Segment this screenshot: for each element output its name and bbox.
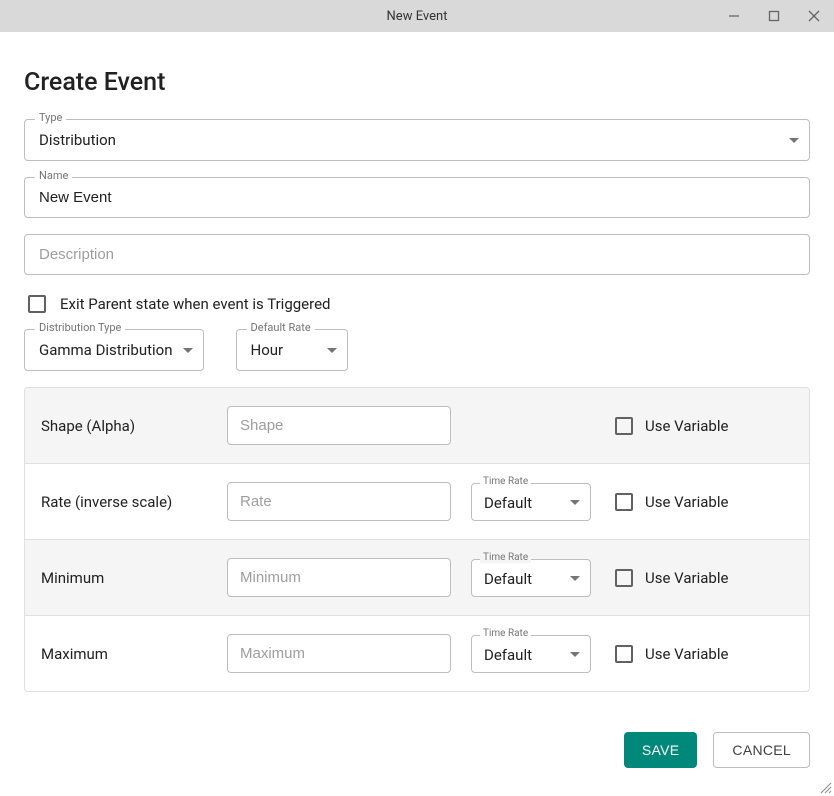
param-input-wrap	[227, 558, 451, 597]
save-button[interactable]: SAVE	[624, 732, 698, 768]
param-row: Shape (Alpha) Use Variable	[25, 388, 809, 463]
use-variable-cell: Use Variable	[615, 493, 795, 511]
distribution-config-row: Distribution Type Gamma Distribution Def…	[24, 329, 810, 371]
name-input[interactable]	[25, 178, 809, 217]
close-icon	[808, 10, 820, 22]
use-variable-cell: Use Variable	[615, 569, 795, 587]
use-variable-label: Use Variable	[645, 569, 728, 587]
use-variable-label: Use Variable	[645, 493, 728, 511]
time-rate-select[interactable]: Time RateDefault	[471, 483, 591, 521]
type-value: Distribution	[39, 131, 116, 149]
name-label: Name	[35, 170, 72, 181]
chevron-down-icon	[570, 652, 580, 657]
chevron-down-icon	[789, 138, 799, 143]
dialog-content: Create Event Type Distribution Name Exit…	[0, 32, 834, 792]
chevron-down-icon	[570, 576, 580, 581]
minimize-icon	[728, 10, 740, 22]
cancel-button[interactable]: CANCEL	[713, 732, 810, 768]
param-input-wrap	[227, 634, 451, 673]
use-variable-checkbox[interactable]	[615, 493, 633, 511]
name-field-wrap: Name	[24, 177, 810, 218]
param-rate-cell: Time RateDefault	[467, 483, 599, 521]
use-variable-cell: Use Variable	[615, 645, 795, 663]
description-input[interactable]	[25, 235, 809, 274]
parameter-table: Shape (Alpha) Use Variable Rate (inverse s…	[24, 387, 810, 692]
time-rate-value: Default	[484, 570, 532, 588]
maximize-icon	[768, 10, 780, 22]
time-rate-value: Default	[484, 646, 532, 664]
default-rate-select[interactable]: Default Rate Hour	[236, 329, 348, 371]
param-label: Rate (inverse scale)	[41, 493, 211, 511]
use-variable-label: Use Variable	[645, 645, 728, 663]
exit-parent-checkbox[interactable]	[28, 295, 46, 313]
chevron-down-icon	[183, 348, 193, 353]
page-title: Create Event	[24, 68, 810, 97]
dialog-actions: SAVE CANCEL	[24, 732, 810, 768]
resize-handle[interactable]	[818, 780, 832, 794]
window-title: New Event	[387, 9, 448, 24]
param-row: MinimumTime RateDefaultUse Variable	[25, 539, 809, 615]
param-rate-cell: Time RateDefault	[467, 559, 599, 597]
close-button[interactable]	[794, 0, 834, 32]
param-label: Shape (Alpha)	[41, 417, 211, 435]
distribution-type-select[interactable]: Distribution Type Gamma Distribution	[24, 329, 204, 371]
window-titlebar: New Event	[0, 0, 834, 32]
default-rate-label: Default Rate	[247, 322, 315, 333]
resize-icon	[818, 780, 832, 794]
exit-parent-row: Exit Parent state when event is Triggere…	[24, 291, 810, 329]
use-variable-checkbox[interactable]	[615, 569, 633, 587]
type-select[interactable]: Type Distribution	[24, 119, 810, 161]
param-input-wrap	[227, 482, 451, 521]
param-input[interactable]	[227, 558, 451, 597]
description-field-wrap	[24, 234, 810, 275]
param-input[interactable]	[227, 634, 451, 673]
param-row: MaximumTime RateDefaultUse Variable	[25, 615, 809, 691]
param-label: Minimum	[41, 569, 211, 587]
time-rate-select[interactable]: Time RateDefault	[471, 559, 591, 597]
time-rate-select[interactable]: Time RateDefault	[471, 635, 591, 673]
time-rate-value: Default	[484, 494, 532, 512]
use-variable-label: Use Variable	[645, 417, 728, 435]
time-rate-label: Time Rate	[480, 477, 531, 487]
type-label: Type	[35, 112, 66, 123]
param-input[interactable]	[227, 482, 451, 521]
param-rate-cell: Time RateDefault	[467, 635, 599, 673]
param-row: Rate (inverse scale)Time RateDefaultUse …	[25, 463, 809, 539]
distribution-type-label: Distribution Type	[35, 322, 125, 333]
chevron-down-icon	[570, 500, 580, 505]
window-controls	[714, 0, 834, 32]
param-input-wrap	[227, 406, 451, 445]
minimize-button[interactable]	[714, 0, 754, 32]
chevron-down-icon	[327, 348, 337, 353]
param-input[interactable]	[227, 406, 451, 445]
distribution-type-value: Gamma Distribution	[39, 341, 173, 359]
use-variable-checkbox[interactable]	[615, 417, 633, 435]
use-variable-checkbox[interactable]	[615, 645, 633, 663]
param-label: Maximum	[41, 645, 211, 663]
time-rate-label: Time Rate	[480, 553, 531, 563]
maximize-button[interactable]	[754, 0, 794, 32]
exit-parent-label: Exit Parent state when event is Triggere…	[60, 295, 330, 313]
use-variable-cell: Use Variable	[615, 417, 795, 435]
default-rate-value: Hour	[251, 341, 284, 359]
time-rate-label: Time Rate	[480, 629, 531, 639]
